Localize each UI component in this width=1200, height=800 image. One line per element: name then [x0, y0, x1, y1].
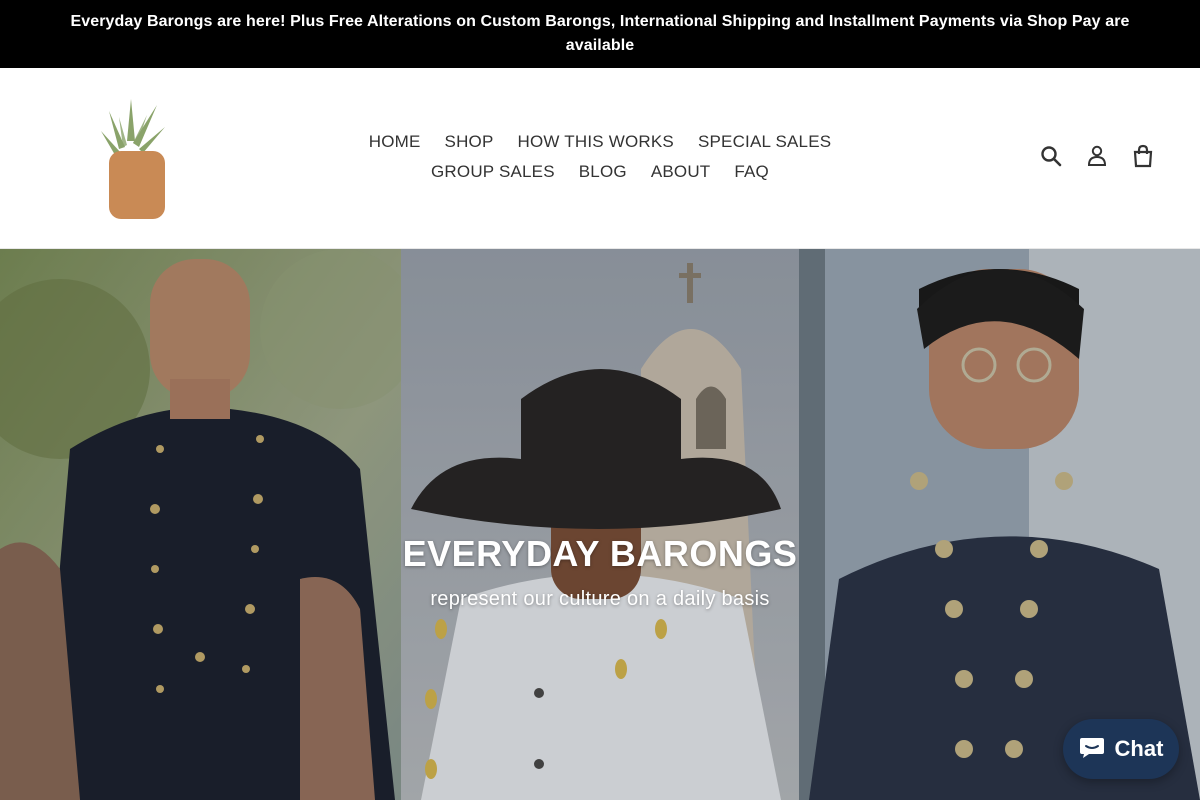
nav-about[interactable]: ABOUT: [639, 162, 723, 182]
hero-banner[interactable]: EVERYDAY BARONGS represent our culture o…: [0, 249, 1200, 800]
nav-row-2: GROUP SALES BLOG ABOUT FAQ: [350, 157, 850, 187]
hero-title: EVERYDAY BARONGS: [402, 533, 798, 574]
logo[interactable]: [95, 97, 167, 223]
nav-row-1: HOME SHOP HOW THIS WORKS SPECIAL SALES: [350, 127, 850, 157]
hero-caption: EVERYDAY BARONGS represent our culture o…: [0, 533, 1200, 611]
nav-how-this-works[interactable]: HOW THIS WORKS: [506, 132, 686, 152]
account-icon[interactable]: [1085, 144, 1109, 168]
nav-blog[interactable]: BLOG: [567, 162, 639, 182]
header-icons: [1039, 144, 1155, 168]
hero-subtitle: represent our culture on a daily basis: [430, 588, 770, 610]
site-header: HOME SHOP HOW THIS WORKS SPECIAL SALES G…: [0, 68, 1200, 249]
search-icon[interactable]: [1039, 144, 1063, 168]
chat-label: Chat: [1114, 736, 1164, 761]
hero-overlay: [0, 249, 1200, 800]
main-nav: HOME SHOP HOW THIS WORKS SPECIAL SALES G…: [350, 127, 850, 187]
nav-shop[interactable]: SHOP: [433, 132, 506, 152]
chat-bubble-icon: [1079, 735, 1105, 764]
chat-button[interactable]: Chat: [1063, 719, 1179, 779]
announcement-text: Everyday Barongs are here! Plus Free Alt…: [70, 13, 1130, 54]
nav-faq[interactable]: FAQ: [722, 162, 781, 182]
announcement-bar: Everyday Barongs are here! Plus Free Alt…: [0, 0, 1200, 68]
nav-group-sales[interactable]: GROUP SALES: [419, 162, 567, 182]
nav-special-sales[interactable]: SPECIAL SALES: [686, 132, 843, 152]
cart-icon[interactable]: [1131, 144, 1155, 168]
nav-home[interactable]: HOME: [357, 132, 433, 152]
